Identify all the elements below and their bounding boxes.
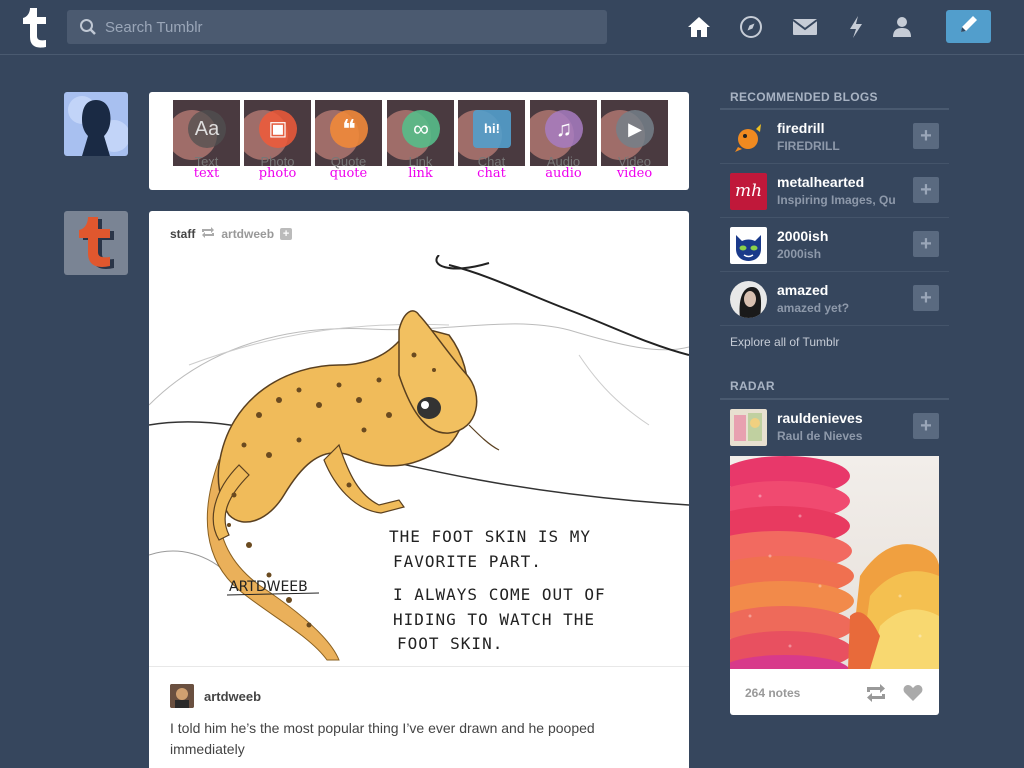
- dashboard-post: staff artdweeb + ARTDWEEB THE FOOT SKIN …: [149, 211, 689, 768]
- post-type-audio[interactable]: ♫ Audio audio: [530, 100, 597, 184]
- blog-subtitle: Raul de Nieves: [777, 429, 863, 443]
- audio-type-icon: ♫: [545, 110, 583, 148]
- reblog-icon[interactable]: [865, 683, 887, 703]
- post-type-label: photo: [258, 166, 297, 181]
- radar-blog-item[interactable]: rauldenieves Raul de Nieves +: [720, 400, 949, 454]
- post-type-label: audio: [545, 166, 582, 181]
- follow-blog-button[interactable]: +: [913, 177, 939, 203]
- user-avatar[interactable]: [64, 92, 128, 156]
- recommended-blog-item[interactable]: 2000ish 2000ish +: [720, 218, 949, 272]
- like-heart-icon[interactable]: [902, 683, 924, 703]
- blog-avatar: [730, 119, 767, 156]
- blog-subtitle: Inspiring Images, Qu: [777, 193, 896, 207]
- post-type-label: text: [193, 166, 220, 181]
- image-text-line: HIDING TO WATCH THE: [393, 610, 595, 629]
- top-header: [0, 0, 1024, 55]
- post-caption: I told him he’s the most popular thing I…: [170, 720, 595, 757]
- source-blog-name[interactable]: artdweeb: [204, 689, 261, 704]
- inbox-mail-icon[interactable]: [792, 14, 818, 40]
- photo-type-icon: ▣: [259, 110, 297, 148]
- post-type-label: chat: [477, 166, 506, 181]
- reblog-icon: [201, 227, 215, 241]
- post-type-chat[interactable]: hi! Chat chat: [458, 100, 525, 184]
- post-divider: [149, 666, 689, 667]
- post-type-label: video: [616, 166, 653, 181]
- radar-title: RADAR: [730, 379, 775, 393]
- post-image[interactable]: ARTDWEEB THE FOOT SKIN IS MY FAVORITE PA…: [149, 254, 689, 665]
- recommended-blog-item[interactable]: firedrill FIREDRILL +: [720, 110, 949, 164]
- post-type-label: quote: [329, 166, 368, 181]
- blog-subtitle: 2000ish: [777, 247, 822, 261]
- post-type-text[interactable]: Aa Text text: [173, 100, 240, 184]
- follow-blog-button[interactable]: +: [913, 285, 939, 311]
- search-bar[interactable]: [67, 10, 607, 44]
- recommended-blog-item[interactable]: amazed amazed yet? +: [720, 272, 949, 326]
- blog-name: metalhearted: [777, 174, 865, 190]
- image-text-line: I ALWAYS COME OUT OF: [393, 585, 606, 604]
- search-input[interactable]: [105, 10, 595, 44]
- post-type-quote[interactable]: ❝ Quote quote: [315, 100, 382, 184]
- follow-blog-button[interactable]: +: [913, 231, 939, 257]
- blog-subtitle: amazed yet?: [777, 301, 850, 315]
- post-type-video[interactable]: ▶ Video video: [601, 100, 668, 184]
- compose-button[interactable]: [946, 10, 991, 43]
- artist-signature: ARTDWEEB: [229, 579, 308, 595]
- notes-count[interactable]: 264 notes: [745, 686, 800, 700]
- blog-avatar: [730, 281, 767, 318]
- tumblr-logo-icon[interactable]: [16, 6, 52, 48]
- search-icon: [79, 18, 97, 41]
- source-avatar[interactable]: [170, 684, 194, 708]
- image-text-line: FOOT SKIN.: [397, 634, 503, 653]
- quote-type-icon: ❝: [330, 110, 368, 148]
- recommended-blogs-title: RECOMMENDED BLOGS: [730, 90, 878, 104]
- blog-name: 2000ish: [777, 228, 829, 244]
- image-text-line: FAVORITE PART.: [393, 552, 542, 571]
- home-icon[interactable]: [686, 14, 712, 40]
- staff-avatar[interactable]: [64, 211, 128, 275]
- post-type-bar: Aa Text text ▣ Photo photo ❝ Quote quote…: [149, 92, 689, 190]
- blog-name: amazed: [777, 282, 829, 298]
- follow-blog-button[interactable]: +: [913, 123, 939, 149]
- post-header: staff artdweeb +: [170, 227, 293, 241]
- blog-subtitle: FIREDRILL: [777, 139, 840, 153]
- account-person-icon[interactable]: [889, 14, 915, 40]
- video-type-icon: ▶: [616, 110, 654, 148]
- post-type-photo[interactable]: ▣ Photo photo: [244, 100, 311, 184]
- radar-post-image[interactable]: [730, 456, 939, 669]
- blog-name: firedrill: [777, 120, 825, 136]
- recommended-blog-item[interactable]: mh metalhearted Inspiring Images, Qu +: [720, 164, 949, 218]
- post-type-label: link: [408, 166, 433, 181]
- blog-avatar: [730, 409, 767, 446]
- reblogged-from[interactable]: artdweeb: [221, 227, 274, 241]
- image-text-line: THE FOOT SKIN IS MY: [389, 527, 591, 546]
- text-type-icon: Aa: [188, 110, 226, 148]
- explore-compass-icon[interactable]: [738, 14, 764, 40]
- blog-avatar: mh: [730, 173, 767, 210]
- explore-link[interactable]: Explore all of Tumblr: [730, 335, 839, 349]
- blog-avatar: [730, 227, 767, 264]
- post-type-link[interactable]: ∞ Link link: [387, 100, 454, 184]
- chat-type-icon: hi!: [473, 110, 511, 148]
- follow-blog-button[interactable]: +: [913, 413, 939, 439]
- blog-name: rauldenieves: [777, 410, 863, 426]
- link-type-icon: ∞: [402, 110, 440, 148]
- post-author[interactable]: staff: [170, 227, 195, 241]
- follow-button[interactable]: +: [280, 228, 293, 240]
- compose-pencil-icon: [958, 13, 980, 40]
- activity-bolt-icon[interactable]: [843, 14, 869, 40]
